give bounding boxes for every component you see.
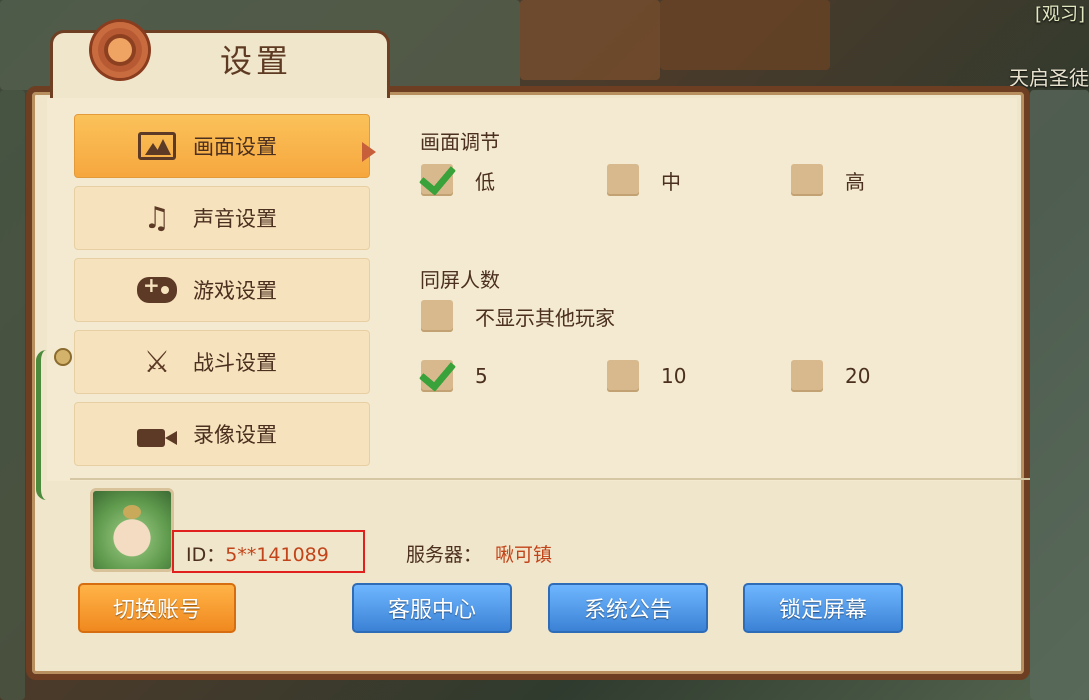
crossed-swords-icon: ⚔ xyxy=(143,344,171,380)
lock-screen-button[interactable]: 锁定屏幕 xyxy=(743,583,903,633)
quality-option-medium[interactable]: 中 xyxy=(607,164,681,196)
checkbox[interactable] xyxy=(607,164,639,196)
id-highlight-box xyxy=(172,530,365,573)
checkbox-checked[interactable] xyxy=(421,360,453,392)
server-label: 服务器： xyxy=(406,544,483,566)
hide-other-players-option[interactable]: 不显示其他玩家 xyxy=(421,300,615,332)
ribbon-decoration xyxy=(36,350,57,500)
switch-account-button[interactable]: 切换账号 xyxy=(78,583,236,633)
customer-service-button[interactable]: 客服中心 xyxy=(352,583,512,633)
quality-option-low[interactable]: 低 xyxy=(421,164,495,196)
option-label: 10 xyxy=(661,364,687,388)
announcements-button[interactable]: 系统公告 xyxy=(548,583,708,633)
checkbox[interactable] xyxy=(421,300,453,332)
sidebar-item-label: 声音设置 xyxy=(193,207,277,231)
divider xyxy=(70,478,1030,480)
quality-option-high[interactable]: 高 xyxy=(791,164,865,196)
sidebar-item-game[interactable]: 游戏设置 xyxy=(74,258,370,322)
checkbox[interactable] xyxy=(607,360,639,392)
option-label: 不显示其他玩家 xyxy=(475,305,615,330)
sidebar-item-label: 画面设置 xyxy=(193,135,277,159)
sidebar-item-label: 录像设置 xyxy=(193,423,277,447)
checkbox[interactable] xyxy=(791,360,823,392)
background-scene xyxy=(0,90,25,700)
sidebar-item-label: 战斗设置 xyxy=(193,351,277,375)
background-scene xyxy=(1030,90,1089,700)
gear-icon xyxy=(92,22,148,78)
settings-sidebar: 画面设置 ♫ 声音设置 游戏设置 ⚔ 战斗设置 录像设置 xyxy=(74,114,370,474)
active-tab-arrow-icon xyxy=(362,142,376,162)
option-label: 高 xyxy=(845,169,865,194)
sidebar-item-recording[interactable]: 录像设置 xyxy=(74,402,370,466)
background-shelf xyxy=(660,0,830,70)
background-shelf xyxy=(520,0,660,80)
option-label: 5 xyxy=(475,364,488,388)
gamepad-icon xyxy=(137,270,177,310)
ribbon-knot-decoration xyxy=(54,348,72,366)
players-option-10[interactable]: 10 xyxy=(607,360,686,392)
sidebar-item-sound[interactable]: ♫ 声音设置 xyxy=(74,186,370,250)
avatar[interactable] xyxy=(90,488,174,572)
option-label: 中 xyxy=(661,169,681,194)
sidebar-item-battle[interactable]: ⚔ 战斗设置 xyxy=(74,330,370,394)
checkbox[interactable] xyxy=(791,164,823,196)
picture-icon xyxy=(137,126,177,166)
graphics-quality-title: 画面调节 xyxy=(420,130,500,154)
video-camera-icon xyxy=(137,414,177,454)
sidebar-item-graphics[interactable]: 画面设置 xyxy=(74,114,370,178)
players-on-screen-title: 同屏人数 xyxy=(420,268,500,292)
players-option-5[interactable]: 5 xyxy=(421,360,488,392)
option-label: 20 xyxy=(845,364,871,388)
sidebar-item-label: 游戏设置 xyxy=(193,279,277,303)
server-value: 啾可镇 xyxy=(495,544,553,566)
option-label: 低 xyxy=(475,169,495,194)
page-title: 设置 xyxy=(220,42,293,80)
players-option-20[interactable]: 20 xyxy=(791,360,870,392)
background-top-right-text: [观习] xyxy=(1034,4,1085,25)
music-note-icon: ♫ xyxy=(143,200,171,236)
checkbox-checked[interactable] xyxy=(421,164,453,196)
